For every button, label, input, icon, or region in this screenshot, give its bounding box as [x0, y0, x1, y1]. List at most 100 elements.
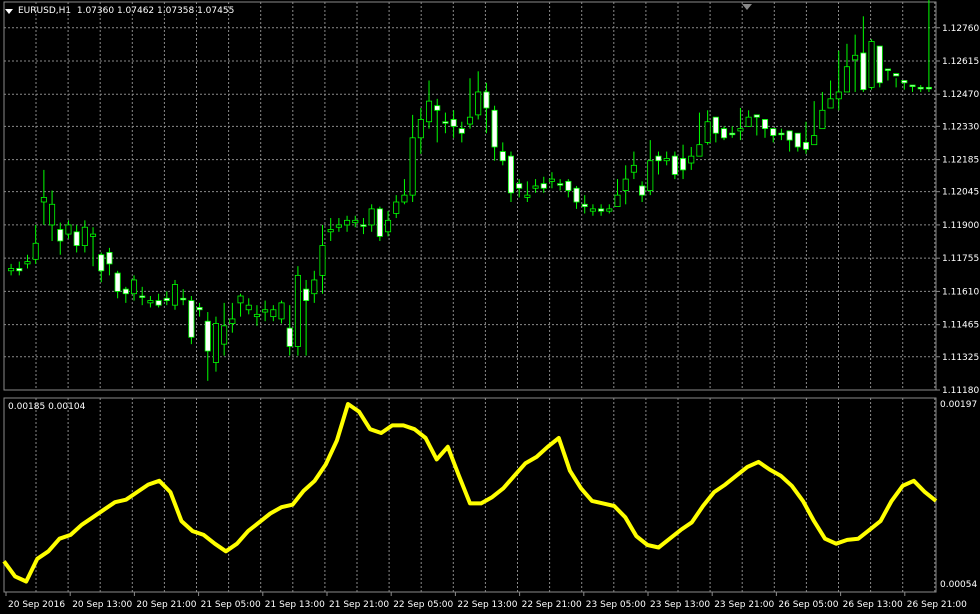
- candle-body: [262, 309, 269, 313]
- candle-body: [188, 300, 195, 338]
- candle-body: [802, 141, 810, 150]
- candle-body: [786, 130, 793, 141]
- price-axis: 1.12760 1.12615 1.12470 1.12330 1.12185 1.120…: [936, 24, 979, 590]
- candle-body: [237, 295, 244, 304]
- candle-body: [721, 128, 728, 139]
- candle-body: [122, 288, 129, 295]
- time-tick-label: 26 Sep 13:00: [843, 600, 903, 610]
- candle-body: [647, 160, 654, 191]
- candle-body: [401, 194, 408, 203]
- candle-body: [540, 183, 547, 189]
- chart-canvas[interactable]: 1.12760 1.12615 1.12470 1.12330 1.12185 1.120…: [0, 0, 980, 614]
- candle-body: [753, 114, 760, 118]
- candle-body: [24, 261, 31, 265]
- candle-body: [32, 242, 39, 260]
- candle-body: [852, 54, 859, 61]
- candle-body: [270, 309, 277, 318]
- candle-body: [893, 73, 900, 77]
- candle-body: [212, 323, 219, 363]
- candle-body: [344, 219, 351, 226]
- candle-body: [171, 284, 179, 306]
- candle-body: [499, 151, 506, 162]
- time-tick-label: 21 Sep 21:00: [329, 600, 389, 610]
- candle-body: [475, 91, 482, 116]
- candle-body: [614, 194, 621, 207]
- candle-body: [327, 229, 334, 233]
- candlestick-series: [8, 0, 932, 381]
- candle-body: [253, 313, 260, 318]
- price-tick-label: 1.11755: [942, 254, 979, 264]
- candle-body: [303, 288, 310, 301]
- time-tick-label: 21 Sep 05:00: [201, 600, 261, 610]
- candle-body: [884, 68, 891, 71]
- candle-body: [770, 128, 777, 136]
- candle-body: [409, 137, 416, 196]
- candle-body: [606, 208, 613, 212]
- indicator-series: [2, 402, 938, 584]
- candle-body: [434, 105, 441, 111]
- candle-body: [811, 135, 818, 146]
- candle-body: [196, 307, 203, 311]
- candle-body: [639, 185, 646, 196]
- time-tick-label: 20 Sep 21:00: [136, 600, 196, 610]
- candle-body: [581, 203, 588, 207]
- indicator-line: [2, 402, 938, 584]
- candle-body: [860, 52, 867, 91]
- candle-body: [335, 224, 342, 228]
- candle-body: [130, 279, 138, 295]
- candle-body: [671, 155, 678, 175]
- candle-body: [524, 194, 531, 198]
- candle-body: [573, 187, 580, 203]
- price-tick-label: 1.12185: [942, 156, 979, 166]
- price-tick-label: 1.12470: [942, 90, 979, 100]
- candle-body: [286, 327, 293, 347]
- candle-body: [114, 272, 121, 292]
- price-tick-label: 1.11180: [942, 386, 979, 396]
- candle-body: [794, 132, 801, 148]
- price-tick-label: 1.12760: [942, 24, 979, 34]
- candle-body: [565, 180, 572, 191]
- price-tick-label: 1.11610: [942, 287, 979, 297]
- candle-body: [360, 224, 367, 227]
- candle-body: [843, 66, 850, 93]
- candle-body: [630, 164, 637, 173]
- candle-body: [278, 302, 285, 320]
- candle-body: [901, 80, 908, 84]
- candle-body: [729, 132, 736, 136]
- candle-body: [229, 318, 236, 324]
- time-tick-label: 21 Sep 13:00: [265, 600, 325, 610]
- candle-body: [925, 86, 932, 90]
- candle-body: [204, 320, 211, 352]
- candle-body: [393, 201, 400, 214]
- candle-body: [385, 219, 392, 233]
- candle-body: [589, 208, 596, 212]
- time-axis: 20 Sep 2016 20 Sep 13:00 20 Sep 21:00 21 Se…: [5, 592, 967, 610]
- candle-body: [163, 297, 170, 301]
- candle-body: [663, 158, 670, 162]
- candle-body: [876, 45, 883, 84]
- candle-body: [40, 197, 47, 203]
- candle-body: [294, 274, 301, 347]
- candle-body: [696, 144, 703, 157]
- price-tick-label: 1.12045: [942, 188, 979, 198]
- candle-body: [483, 91, 490, 109]
- candle-body: [868, 41, 875, 88]
- candle-body: [106, 252, 113, 265]
- candle-body: [442, 121, 449, 124]
- candle-body: [491, 109, 498, 148]
- candle-body: [221, 325, 228, 345]
- candle-body: [655, 155, 662, 162]
- candle-body: [368, 208, 375, 226]
- candle-body: [98, 254, 105, 272]
- time-tick-label: 23 Sep 05:00: [586, 600, 646, 610]
- time-tick-label: 22 Sep 13:00: [457, 600, 517, 610]
- candle-body: [155, 300, 162, 306]
- candle-body: [8, 268, 15, 272]
- candle-body: [352, 219, 359, 224]
- time-tick-label: 23 Sep 13:00: [650, 600, 710, 610]
- candle-body: [49, 203, 56, 226]
- candle-body: [466, 116, 474, 125]
- candle-body: [712, 116, 719, 134]
- candle-body: [532, 185, 539, 189]
- price-tick-label: 1.11465: [942, 321, 979, 331]
